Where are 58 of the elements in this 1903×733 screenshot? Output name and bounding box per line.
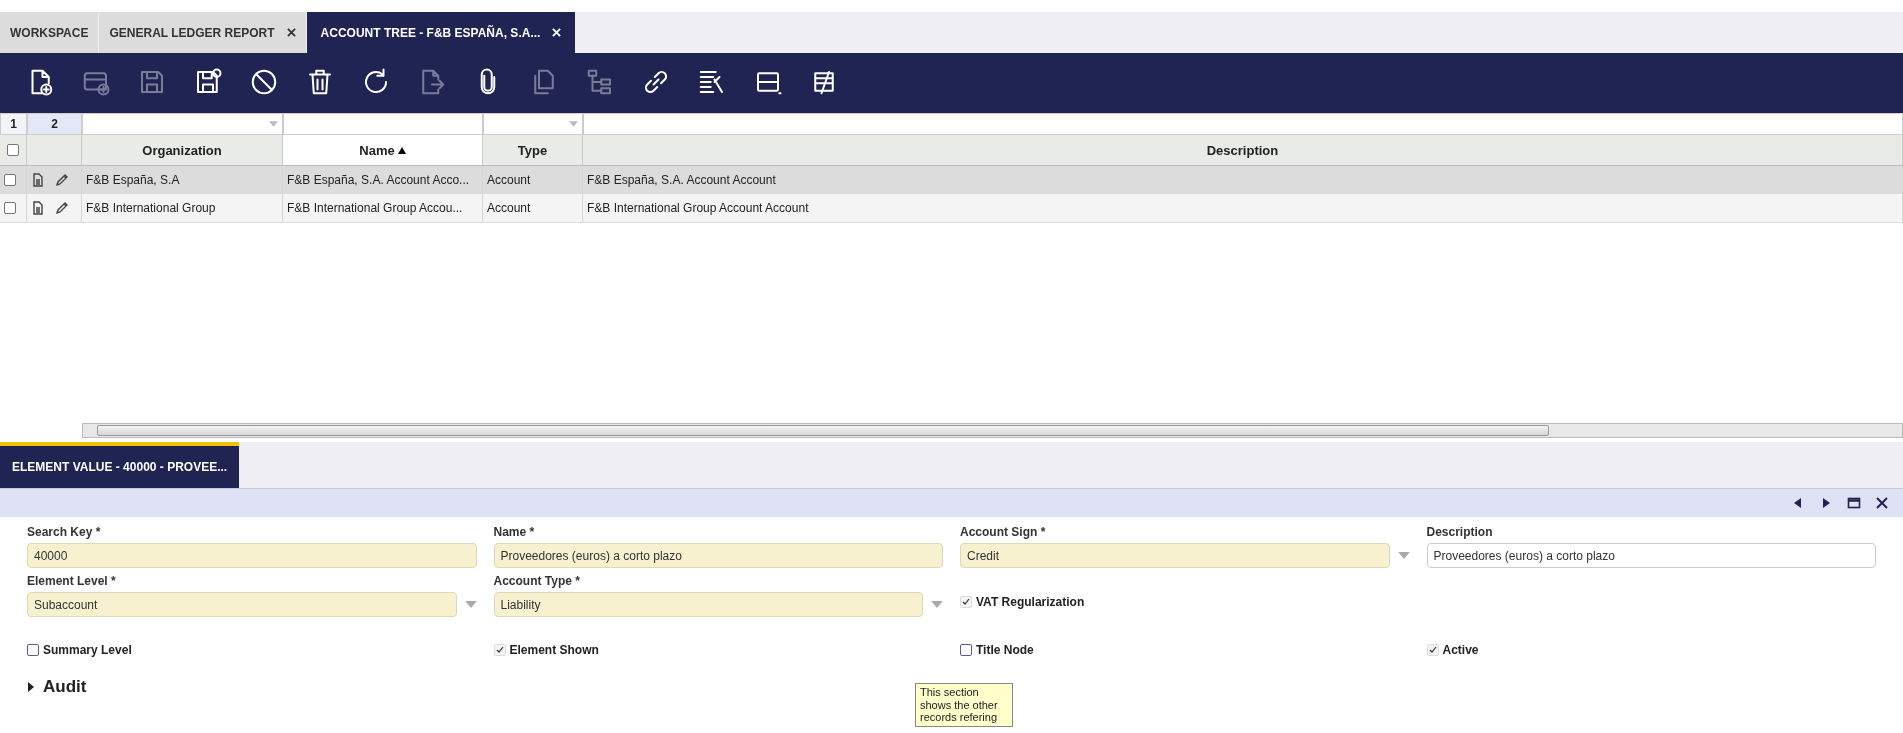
document-icon[interactable] — [31, 173, 45, 187]
dropdown-field[interactable]: Credit — [960, 543, 1390, 568]
field-label: Element Level * — [27, 574, 117, 588]
section-title[interactable]: Audit — [43, 677, 87, 697]
field-label: Search Key * — [27, 525, 102, 539]
table-cell: Account — [487, 173, 531, 187]
filter-field[interactable] — [82, 113, 283, 135]
checkbox-label: Element Shown — [509, 643, 599, 657]
close-icon[interactable] — [286, 28, 296, 37]
close-icon[interactable] — [1875, 496, 1889, 510]
column-header[interactable]: Name — [283, 135, 483, 165]
table-row[interactable]: F&B España, S.A F&B España, S.A. Account Acco... Account F&B España, S.A. Account Account — [0, 166, 1903, 194]
filter-field[interactable] — [283, 113, 483, 135]
table-cell: Account — [487, 201, 531, 215]
field-label: Description — [1426, 525, 1494, 539]
sort-up-icon — [397, 146, 406, 154]
tab[interactable]: ELEMENT VALUE - 40000 - PROVEE... — [0, 442, 240, 488]
checkbox-label: Active — [1442, 643, 1479, 657]
column-header[interactable]: Type — [483, 135, 583, 165]
table-row[interactable]: F&B International Group F&B International Group Accou... Account F&B International Group Account Account — [0, 194, 1903, 223]
checkbox[interactable] — [27, 644, 39, 656]
table-cell: F&B España, S.A — [86, 173, 180, 187]
table-cell: F&B International Group — [86, 201, 216, 215]
checkbox-label: VAT Regularization — [976, 595, 1085, 609]
checkbox[interactable] — [4, 174, 16, 186]
table-cell: F&B International Group Account Account — [587, 201, 809, 215]
counter: 1 — [0, 113, 27, 135]
checkbox[interactable] — [960, 644, 972, 656]
checkbox[interactable] — [7, 144, 19, 156]
pencil-icon[interactable] — [55, 173, 69, 187]
pencil-icon[interactable] — [55, 201, 69, 215]
dropdown-field[interactable]: Subaccount — [27, 592, 457, 617]
caret-right-icon[interactable] — [27, 682, 35, 692]
tab[interactable]: WORKSPACE — [0, 12, 100, 53]
input-field[interactable]: Proveedores (euros) a corto plazo — [493, 543, 943, 568]
field-label: Account Sign * — [960, 525, 1047, 539]
tab[interactable]: ACCOUNT TREE - F&B ESPAÑA, S.A... — [306, 12, 577, 53]
cancel-icon[interactable] — [249, 67, 279, 97]
field-label: Account Type * — [493, 574, 581, 588]
horizontal-scrollbar[interactable] — [82, 423, 1903, 438]
table-cell: F&B España, S.A. Account Acco... — [287, 173, 470, 187]
tooltip: This section shows the other records refering — [915, 683, 1013, 727]
counter: 2 — [27, 113, 82, 135]
filter-field[interactable] — [583, 113, 1903, 135]
maximize-icon[interactable] — [1847, 496, 1861, 510]
dropdown-field[interactable]: Liability — [493, 592, 923, 617]
input-field[interactable]: Proveedores (euros) a corto plazo — [1426, 543, 1876, 568]
column-header[interactable]: Description — [583, 135, 1903, 165]
input-field[interactable]: 40000 — [27, 543, 477, 568]
table-cell: F&B España, S.A. Account Account — [587, 173, 776, 187]
tab[interactable]: GENERAL LEDGER REPORT — [99, 12, 307, 53]
filter-field[interactable] — [483, 113, 583, 135]
document-icon[interactable] — [31, 201, 45, 215]
checkbox-label: Summary Level — [43, 643, 132, 657]
table-cell: F&B International Group Accou... — [287, 201, 463, 215]
field-label: Name * — [493, 525, 536, 539]
checkbox[interactable] — [4, 202, 16, 214]
checkbox-label: Title Node — [976, 643, 1034, 657]
